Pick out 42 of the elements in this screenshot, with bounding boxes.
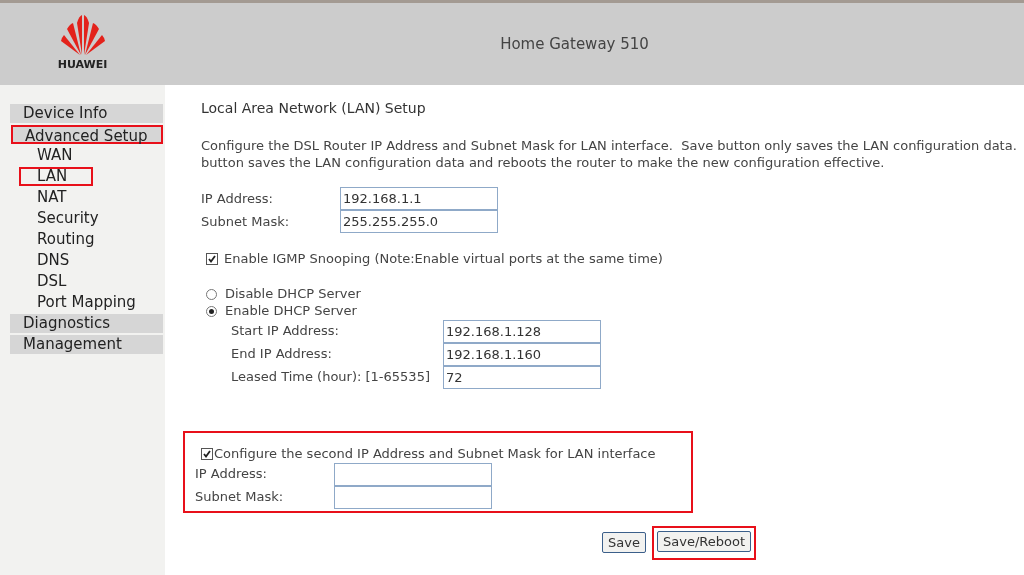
field-label: Subnet Mask: [195,488,285,507]
input-field[interactable]: 192.168.1.1 [340,187,498,210]
field-label: IP Address: [201,189,274,208]
sidebar-subitem[interactable]: Port Mapping [19,293,138,312]
sidebar-item[interactable]: Management [10,335,163,354]
sidebar-subitem[interactable]: LAN [19,167,94,186]
sidebar-subitem[interactable]: DNS [19,251,72,270]
field-label: Start IP Address: [231,322,340,341]
description-text: Configure the DSL Router IP Address and Subnet Mask for LAN interface. Save button only saves the LAN configuration data. [201,137,1018,154]
radio-button[interactable] [206,288,217,300]
radio-label: Enable DHCP Server [225,302,357,321]
sidebar-item[interactable]: Diagnostics [10,314,163,333]
sidebar-subitem[interactable]: DSL [19,272,69,291]
checkbox[interactable] [201,447,213,460]
input-field[interactable]: 192.168.1.160 [443,342,601,366]
input-field[interactable]: 72 [443,365,601,389]
sidebar-subitem[interactable]: WAN [19,146,75,165]
action-button[interactable]: Save/Reboot [657,530,751,552]
input-field[interactable] [334,462,492,486]
radio-label: Disable DHCP Server [225,285,361,304]
checkbox[interactable] [206,252,218,265]
page-title: Local Area Network (LAN) Setup [201,99,427,118]
sidebar-subitem[interactable]: NAT [19,188,69,207]
input-field[interactable]: 255.255.255.0 [340,210,498,233]
input-field[interactable]: 192.168.1.128 [443,319,601,343]
field-label: End IP Address: [231,345,333,364]
brand-name: HUAWEI [57,56,108,73]
checkbox-label: Configure the second IP Address and Subnet Mask for LAN interface [214,444,656,463]
radio-button[interactable] [206,305,217,317]
checkbox-label: Enable IGMP Snooping (Note:Enable virtual ports at the same time) [224,250,663,268]
header-title: Home Gateway 510 [500,33,649,55]
sidebar-subitem[interactable]: Security [19,209,101,228]
action-button[interactable]: Save [602,532,646,553]
field-label: IP Address: [195,465,268,484]
sidebar-subitem[interactable]: Routing [19,230,97,249]
sidebar-item[interactable]: Advanced Setup [11,125,163,144]
field-label: Subnet Mask: [201,212,291,231]
input-field[interactable] [334,485,492,509]
description-text: button saves the LAN configuration data and reboots the router to make the new configuration effective. [201,154,886,171]
field-label: Leased Time (hour): [1-65535] [231,368,431,387]
sidebar-item[interactable]: Device Info [10,104,163,123]
logo-icon [60,14,105,55]
